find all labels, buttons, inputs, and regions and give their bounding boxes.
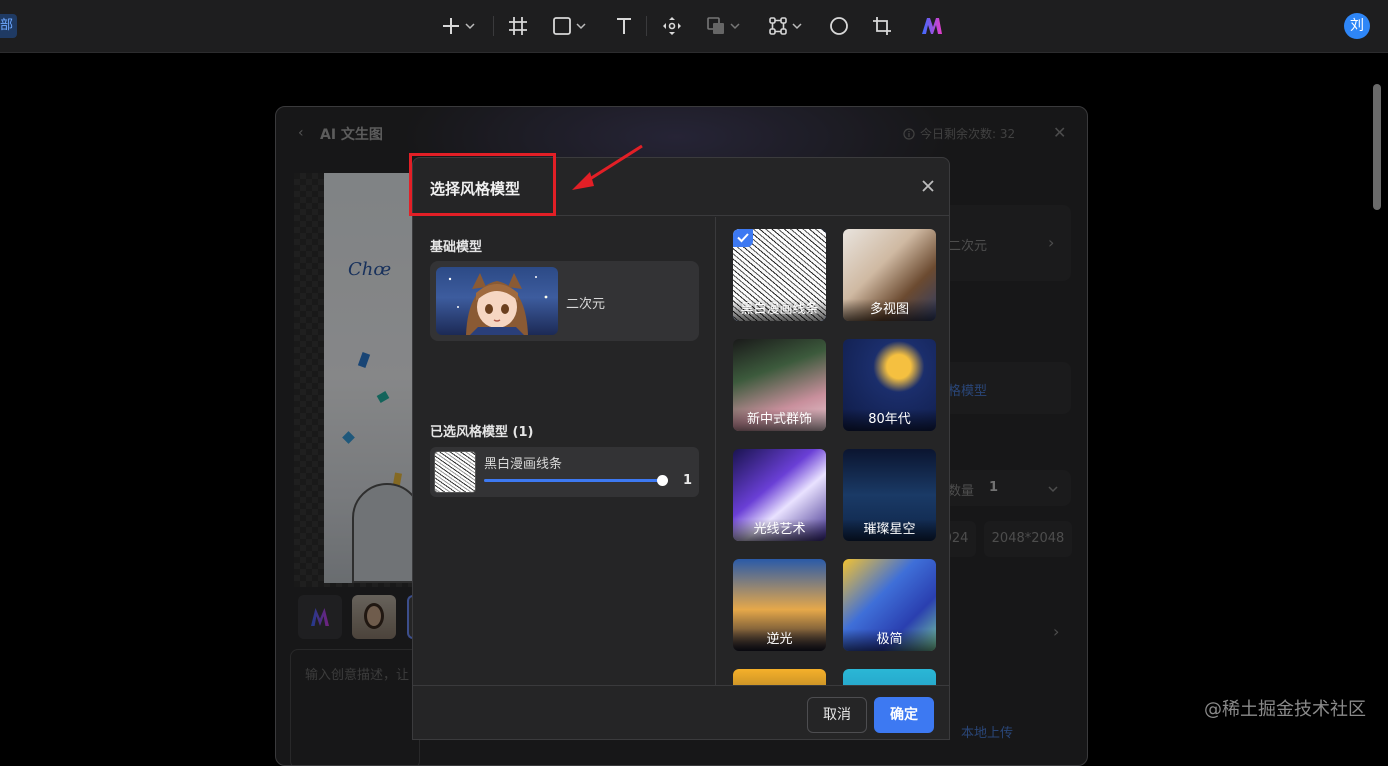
crop-icon <box>873 17 891 35</box>
chevron-down-icon <box>576 23 586 30</box>
ai-tool[interactable] <box>921 14 943 38</box>
weight-slider-handle[interactable] <box>657 475 668 486</box>
vector-path-icon <box>769 17 787 35</box>
shape-tool[interactable] <box>552 14 586 38</box>
toolbar-divider <box>493 16 494 36</box>
component-tool[interactable] <box>662 14 682 38</box>
style-card[interactable]: 极简 <box>843 559 936 651</box>
anime-girl-art <box>448 273 548 335</box>
page-scrollbar[interactable] <box>1373 84 1381 210</box>
ai-logo-icon <box>922 18 942 34</box>
style-card-label: 璀璨星空 <box>843 519 936 541</box>
path-tool[interactable] <box>768 14 802 38</box>
chevron-down-icon <box>792 23 802 30</box>
crop-tool[interactable] <box>872 14 892 38</box>
selected-models-heading: 已选风格模型 (1) <box>430 425 534 440</box>
style-card[interactable] <box>843 669 936 685</box>
style-card-label: 逆光 <box>733 629 826 651</box>
weight-slider-fill <box>484 479 660 482</box>
highlight-annotation-box <box>409 153 556 216</box>
style-card[interactable]: 黑白漫画线条 <box>733 229 826 321</box>
style-card-label: 黑白漫画线条 <box>733 299 826 321</box>
close-icon[interactable] <box>919 177 937 195</box>
user-avatar[interactable]: 刘 <box>1344 13 1370 39</box>
ellipse-tool[interactable] <box>829 14 849 38</box>
move-icon <box>663 17 681 35</box>
style-card-image <box>843 669 936 685</box>
annotation-arrow-icon <box>572 144 643 190</box>
style-card[interactable]: 新中式群饰 <box>733 339 826 431</box>
style-card[interactable]: 璀璨星空 <box>843 449 936 541</box>
selected-model-name: 黑白漫画线条 <box>484 457 563 472</box>
style-card-label: 多视图 <box>843 299 936 321</box>
style-gallery: 黑白漫画线条 多视图新中式群饰 80年代光线艺术 璀璨星空逆光 极简 <box>717 217 949 685</box>
toolbar-divider <box>646 16 647 36</box>
base-model-heading: 基础模型 <box>430 240 483 255</box>
style-card-label: 新中式群饰 <box>733 409 826 431</box>
style-card-label: 光线艺术 <box>733 519 826 541</box>
rectangle-icon <box>553 17 571 35</box>
confirm-button[interactable]: 确定 <box>874 697 934 733</box>
selected-model-thumbnail <box>434 451 476 493</box>
base-model-name: 二次元 <box>566 297 606 312</box>
cancel-button[interactable]: 取消 <box>807 697 867 733</box>
top-toolbar: 部 刘 <box>0 0 1388 53</box>
base-model-card[interactable]: 二次元 <box>430 261 699 341</box>
chevron-down-icon <box>730 23 740 30</box>
style-card[interactable] <box>733 669 826 685</box>
circle-icon <box>830 17 848 35</box>
weight-slider[interactable] <box>484 475 668 486</box>
style-card[interactable]: 多视图 <box>843 229 936 321</box>
checkmark-icon <box>733 229 753 247</box>
style-card[interactable]: 光线艺术 <box>733 449 826 541</box>
plus-icon <box>443 18 459 34</box>
breadcrumb[interactable]: 部 <box>0 14 18 38</box>
weight-value: 1 <box>683 473 693 488</box>
style-card[interactable]: 80年代 <box>843 339 936 431</box>
watermark: @稀土掘金技术社区 <box>1204 699 1366 720</box>
boolean-tool[interactable] <box>706 14 740 38</box>
selected-model-item: 黑白漫画线条 1 <box>430 447 699 497</box>
model-config-pane: 基础模型 二次元 已选风格模型 (1) 黑白漫画线条 1 <box>413 217 716 685</box>
select-style-model-dialog: 选择风格模型 基础模型 二次元 已选风格模型 (1) 黑白漫画线条 1 黑白漫画… <box>412 157 950 740</box>
text-icon <box>617 18 631 34</box>
chevron-down-icon <box>465 23 475 30</box>
dialog-footer: 取消 确定 <box>413 685 949 739</box>
add-tool[interactable] <box>441 14 475 38</box>
frame-icon <box>509 17 527 35</box>
text-tool[interactable] <box>614 14 634 38</box>
style-card-image <box>733 669 826 685</box>
frame-tool[interactable] <box>508 14 528 38</box>
boolean-icon <box>707 17 724 34</box>
base-model-thumbnail <box>436 267 558 335</box>
style-card[interactable]: 逆光 <box>733 559 826 651</box>
style-card-label: 极简 <box>843 629 936 651</box>
style-card-label: 80年代 <box>843 409 936 431</box>
